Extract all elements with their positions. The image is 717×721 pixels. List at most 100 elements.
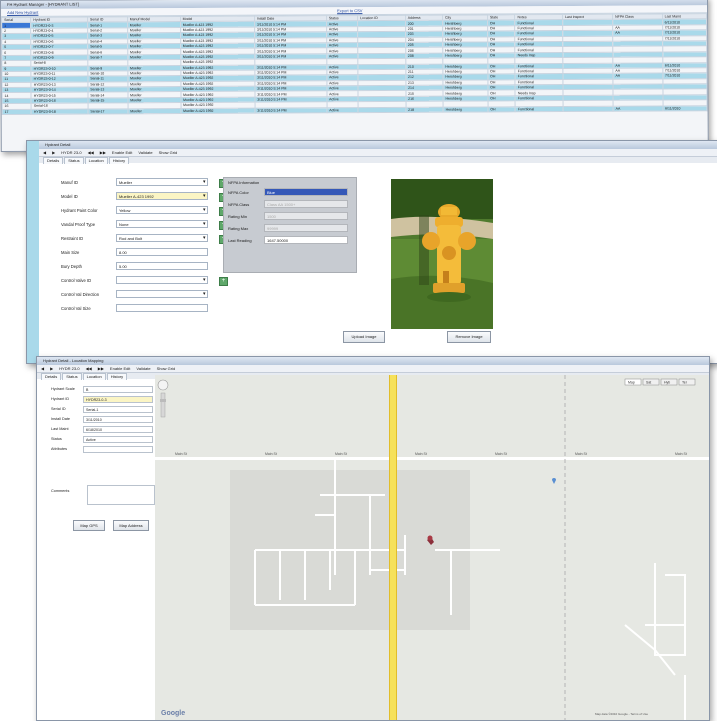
table-cell: HYDR23-0-18 xyxy=(31,108,88,115)
toolbar-item[interactable]: ◀ xyxy=(43,150,46,155)
remove-image-button[interactable]: Remove Image xyxy=(447,331,491,343)
toolbar-item[interactable]: HYDR 23-0 xyxy=(59,366,79,371)
toolbar-item[interactable]: ▶▶ xyxy=(100,150,106,155)
text-field[interactable]: Serial-1 xyxy=(83,406,153,413)
field-label: Bury Depth xyxy=(61,264,82,269)
export-csv-link[interactable]: Export to CSV xyxy=(337,7,362,14)
nfpa-row: NFPA Class Class AA 1500+ xyxy=(224,199,356,211)
field-label: Hydrant Paint Color xyxy=(61,208,98,213)
toolbar-item[interactable]: Enable Edit xyxy=(112,150,132,155)
map-gps-button[interactable]: Map GPS xyxy=(73,520,105,531)
form-row: Bury Depth 5.00 xyxy=(61,261,231,275)
field-label: Serial ID xyxy=(51,407,66,411)
upload-image-button[interactable]: Upload Image xyxy=(343,331,385,343)
nfpa-row: NFPA Color Blue xyxy=(224,187,356,199)
tab-status[interactable]: Status xyxy=(62,373,82,380)
tab-location[interactable]: Location xyxy=(82,373,106,380)
svg-text:Main St: Main St xyxy=(335,452,347,456)
dropdown-field[interactable] xyxy=(116,290,208,298)
chevron-down-icon[interactable]: ▾ xyxy=(203,221,206,227)
field-label: Hydrant ID xyxy=(51,397,70,401)
toolbar-item[interactable]: HYDR 23-0 xyxy=(61,150,81,155)
comments-field[interactable] xyxy=(87,485,155,505)
chevron-down-icon[interactable]: ▾ xyxy=(203,179,206,185)
table-cell xyxy=(358,107,406,113)
field-label: Control Val Size xyxy=(61,306,91,311)
tab-details[interactable]: Details xyxy=(41,373,62,380)
dropdown-field[interactable]: Yellow xyxy=(116,206,208,214)
tab-history[interactable]: History xyxy=(106,373,128,380)
text-field[interactable]: 6/18/2010 xyxy=(83,426,153,433)
toolbar-item[interactable]: ◀ xyxy=(41,366,44,371)
dropdown-field[interactable]: Mueller xyxy=(116,178,208,186)
table-cell: 6/11/2010 xyxy=(662,105,708,112)
tab-status[interactable]: Status xyxy=(64,157,84,164)
table-cell xyxy=(563,105,614,112)
table-cell: OH xyxy=(487,106,516,112)
toolbar-item[interactable]: Enable Edit xyxy=(110,366,130,371)
text-field[interactable]: HYDR23-0-3 xyxy=(83,396,153,403)
chevron-down-icon[interactable]: ▾ xyxy=(203,207,206,213)
nfpa-value: Class AA 1500+ xyxy=(264,200,348,208)
table-cell: AA xyxy=(613,105,663,112)
toolbar-item[interactable]: ◀◀ xyxy=(88,150,94,155)
text-field[interactable]: Active xyxy=(83,436,153,443)
dropdown-field[interactable]: None xyxy=(116,220,208,228)
toolbar-item[interactable]: ▶ xyxy=(50,366,53,371)
map-type-label: Ter xyxy=(682,381,688,385)
field-label: Attributes xyxy=(51,447,68,451)
field-label: Hydrant Scale xyxy=(51,387,75,391)
chevron-down-icon[interactable]: ▾ xyxy=(203,277,206,283)
add-icon[interactable]: + xyxy=(219,277,228,286)
tab-history[interactable]: History xyxy=(108,157,130,164)
toolbar-item[interactable]: ◀◀ xyxy=(86,366,92,371)
text-field[interactable] xyxy=(83,446,153,453)
form-row: Restraint IDRod and Bolt▾+ xyxy=(61,233,231,247)
chevron-down-icon[interactable]: ▾ xyxy=(203,291,206,297)
dropdown-field[interactable]: Rod and Bolt xyxy=(116,234,208,242)
toolbar-item[interactable]: ▶▶ xyxy=(98,366,104,371)
map-address-button[interactable]: Map Address xyxy=(113,520,149,531)
field-label: Status xyxy=(51,437,62,441)
nfpa-label: Rating Max xyxy=(228,226,249,231)
location-map[interactable]: Main St Main St Main St Main St Main St … xyxy=(155,375,709,720)
tab-location[interactable]: Location xyxy=(84,157,108,164)
chevron-down-icon[interactable]: ▾ xyxy=(203,235,206,241)
toolbar-item[interactable]: ▶ xyxy=(52,150,55,155)
tab-details[interactable]: Details xyxy=(43,157,64,164)
toolbar-item[interactable]: Show Grid xyxy=(157,366,176,371)
text-field[interactable]: 3/11/2010 xyxy=(83,416,153,423)
map-type-label: Map xyxy=(628,381,635,385)
toolbar-item[interactable]: Show Grid xyxy=(159,150,178,155)
table-cell: 218 xyxy=(405,106,444,113)
text-field[interactable] xyxy=(116,304,208,312)
toolbar-item[interactable]: Validate xyxy=(136,366,150,371)
svg-text:Main St: Main St xyxy=(495,452,507,456)
text-field[interactable]: 5.00 xyxy=(116,262,208,270)
comments-label: Comments xyxy=(51,489,70,493)
toolbar-item[interactable]: Validate xyxy=(138,150,152,155)
map-type-label: Sat xyxy=(646,381,651,385)
svg-text:Main St: Main St xyxy=(175,452,187,456)
dropdown-field[interactable]: Mueller A-423 1992 xyxy=(116,192,208,200)
map-toolbar: ◀ ▶ HYDR 23-0 ◀◀ ▶▶ Enable Edit Validate Show G… xyxy=(37,365,709,373)
grid-peek-strip xyxy=(27,141,39,363)
dropdown-field[interactable] xyxy=(116,276,208,284)
detail-toolbar: ◀ ▶ HYDR 23-0 ◀◀ ▶▶ Enable Edit Validate Show G… xyxy=(39,149,717,157)
table-cell: Active xyxy=(326,107,359,113)
add-new-hydrant-link[interactable]: Add New Hydrant xyxy=(7,10,38,15)
hydrant-map-window: Hydrant Detail - Location Mapping ◀ ▶ HYDR… xyxy=(36,356,710,721)
text-field[interactable]: B xyxy=(83,386,153,393)
svg-text:Main St: Main St xyxy=(265,452,277,456)
form-row: Vandal Proof TypeNone▾+ xyxy=(61,219,231,233)
location-form: Hydrant Scale B Hydrant ID HYDR23-0-3 Serial… xyxy=(47,385,157,455)
nfpa-value: 1647.50000 xyxy=(264,236,348,244)
text-field[interactable]: 8.00 xyxy=(116,248,208,256)
form-row: Hydrant Paint ColorYellow▾+ xyxy=(61,205,231,219)
form-row: Hydrant ID HYDR23-0-3 xyxy=(47,395,157,405)
nfpa-label: NFPA Class xyxy=(228,202,250,207)
form-row: Hydrant Scale B xyxy=(47,385,157,395)
nfpa-value: Blue xyxy=(264,188,348,196)
field-label: Main Size xyxy=(61,250,80,255)
chevron-down-icon[interactable]: ▾ xyxy=(203,193,206,199)
